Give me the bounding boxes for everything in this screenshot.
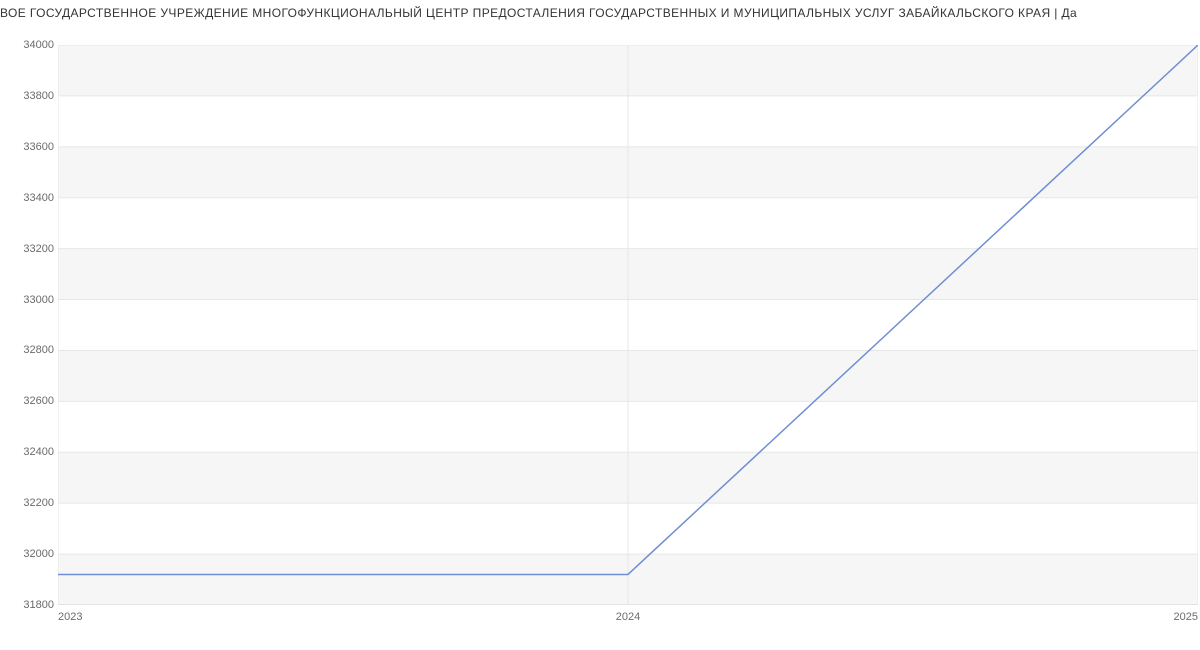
y-tick-label: 33800 — [0, 90, 54, 102]
x-axis-labels: 2023 2024 2025 — [58, 611, 1198, 631]
y-axis-labels: 3180032000322003240032600328003300033200… — [0, 45, 54, 605]
x-tick-label: 2023 — [58, 611, 82, 623]
y-tick-label: 32200 — [0, 497, 54, 509]
y-tick-label: 34000 — [0, 39, 54, 51]
chart-svg — [58, 45, 1198, 605]
y-tick-label: 32400 — [0, 446, 54, 458]
x-tick-label: 2025 — [1174, 611, 1198, 623]
x-tick-label: 2024 — [616, 611, 640, 623]
y-tick-label: 33600 — [0, 141, 54, 153]
y-tick-label: 33000 — [0, 294, 54, 306]
y-tick-label: 32000 — [0, 548, 54, 560]
y-tick-label: 33200 — [0, 243, 54, 255]
y-tick-label: 32800 — [0, 344, 54, 356]
y-tick-label: 31800 — [0, 599, 54, 611]
v-gridlines — [58, 45, 1198, 605]
plot-area — [58, 45, 1198, 605]
y-tick-label: 33400 — [0, 192, 54, 204]
y-tick-label: 32600 — [0, 395, 54, 407]
chart-container: ВОЕ ГОСУДАРСТВЕННОЕ УЧРЕЖДЕНИЕ МНОГОФУНК… — [0, 0, 1200, 650]
chart-title: ВОЕ ГОСУДАРСТВЕННОЕ УЧРЕЖДЕНИЕ МНОГОФУНК… — [0, 6, 1200, 20]
